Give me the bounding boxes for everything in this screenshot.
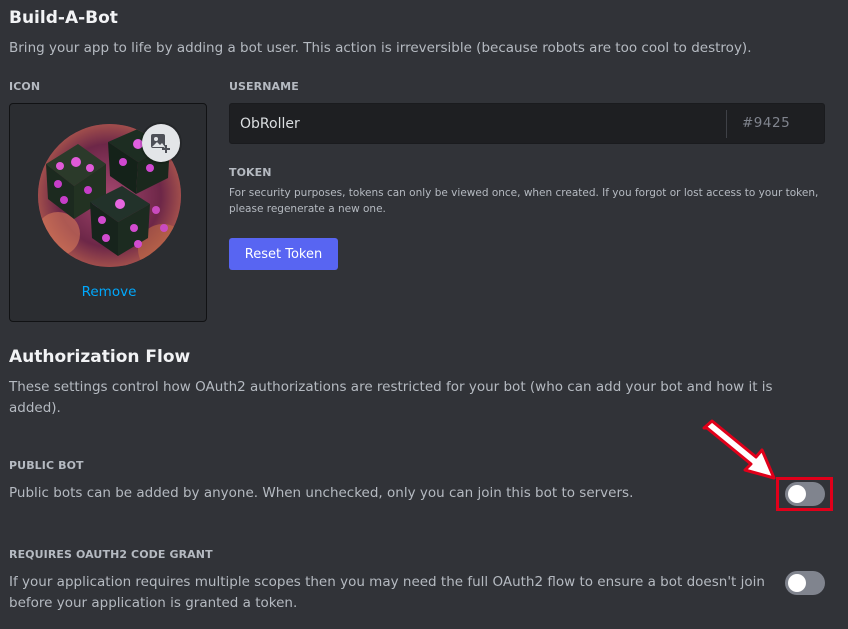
build-a-bot-title: Build-A-Bot — [9, 8, 118, 28]
discriminator: #9425 — [742, 115, 791, 131]
bot-icon-uploader[interactable]: Remove — [9, 103, 207, 322]
input-divider — [726, 110, 727, 138]
toggle-knob — [788, 574, 806, 592]
authorization-flow-description: These settings control how OAuth2 author… — [9, 379, 773, 416]
annotation-highlight-box — [776, 477, 833, 511]
username-input[interactable] — [230, 104, 725, 143]
annotation-arrow-icon — [702, 419, 776, 480]
image-plus-icon — [151, 134, 170, 153]
icon-label: ICON — [9, 80, 41, 93]
username-field: #9425 — [229, 103, 825, 144]
oauth2-code-grant-toggle[interactable] — [785, 571, 825, 595]
remove-icon-link[interactable]: Remove — [10, 284, 208, 300]
token-label: TOKEN — [229, 166, 272, 179]
build-a-bot-description: Bring your app to life by adding a bot u… — [9, 40, 752, 56]
username-label: USERNAME — [229, 80, 299, 93]
oauth2-code-grant-label: REQUIRES OAUTH2 CODE GRANT — [9, 548, 213, 561]
upload-image-button[interactable] — [142, 124, 180, 162]
token-description: For security purposes, tokens can only b… — [229, 187, 819, 215]
public-bot-description: Public bots can be added by anyone. When… — [9, 485, 634, 501]
reset-token-button[interactable]: Reset Token — [229, 238, 338, 270]
public-bot-label: PUBLIC BOT — [9, 459, 84, 472]
oauth2-code-grant-description: If your application requires multiple sc… — [9, 574, 765, 611]
authorization-flow-title: Authorization Flow — [9, 347, 191, 367]
